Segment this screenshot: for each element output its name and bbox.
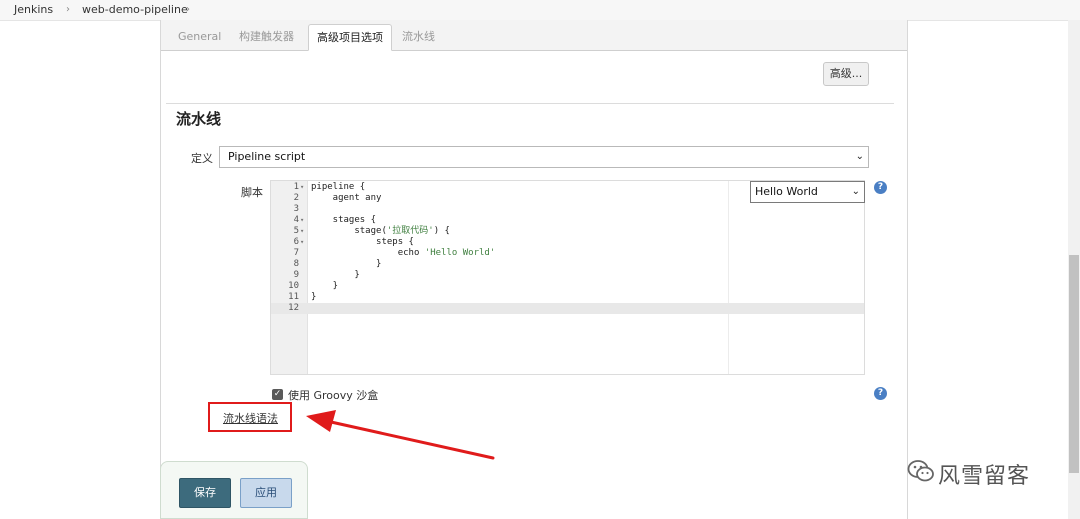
save-button[interactable]: 保存 [179,478,231,508]
scrollbar-thumb[interactable] [1069,255,1079,473]
wechat-icon [907,460,934,482]
watermark-text: 风雪留客 [938,464,1031,489]
annotation-arrow [306,410,495,460]
apply-button[interactable]: 应用 [240,478,292,508]
